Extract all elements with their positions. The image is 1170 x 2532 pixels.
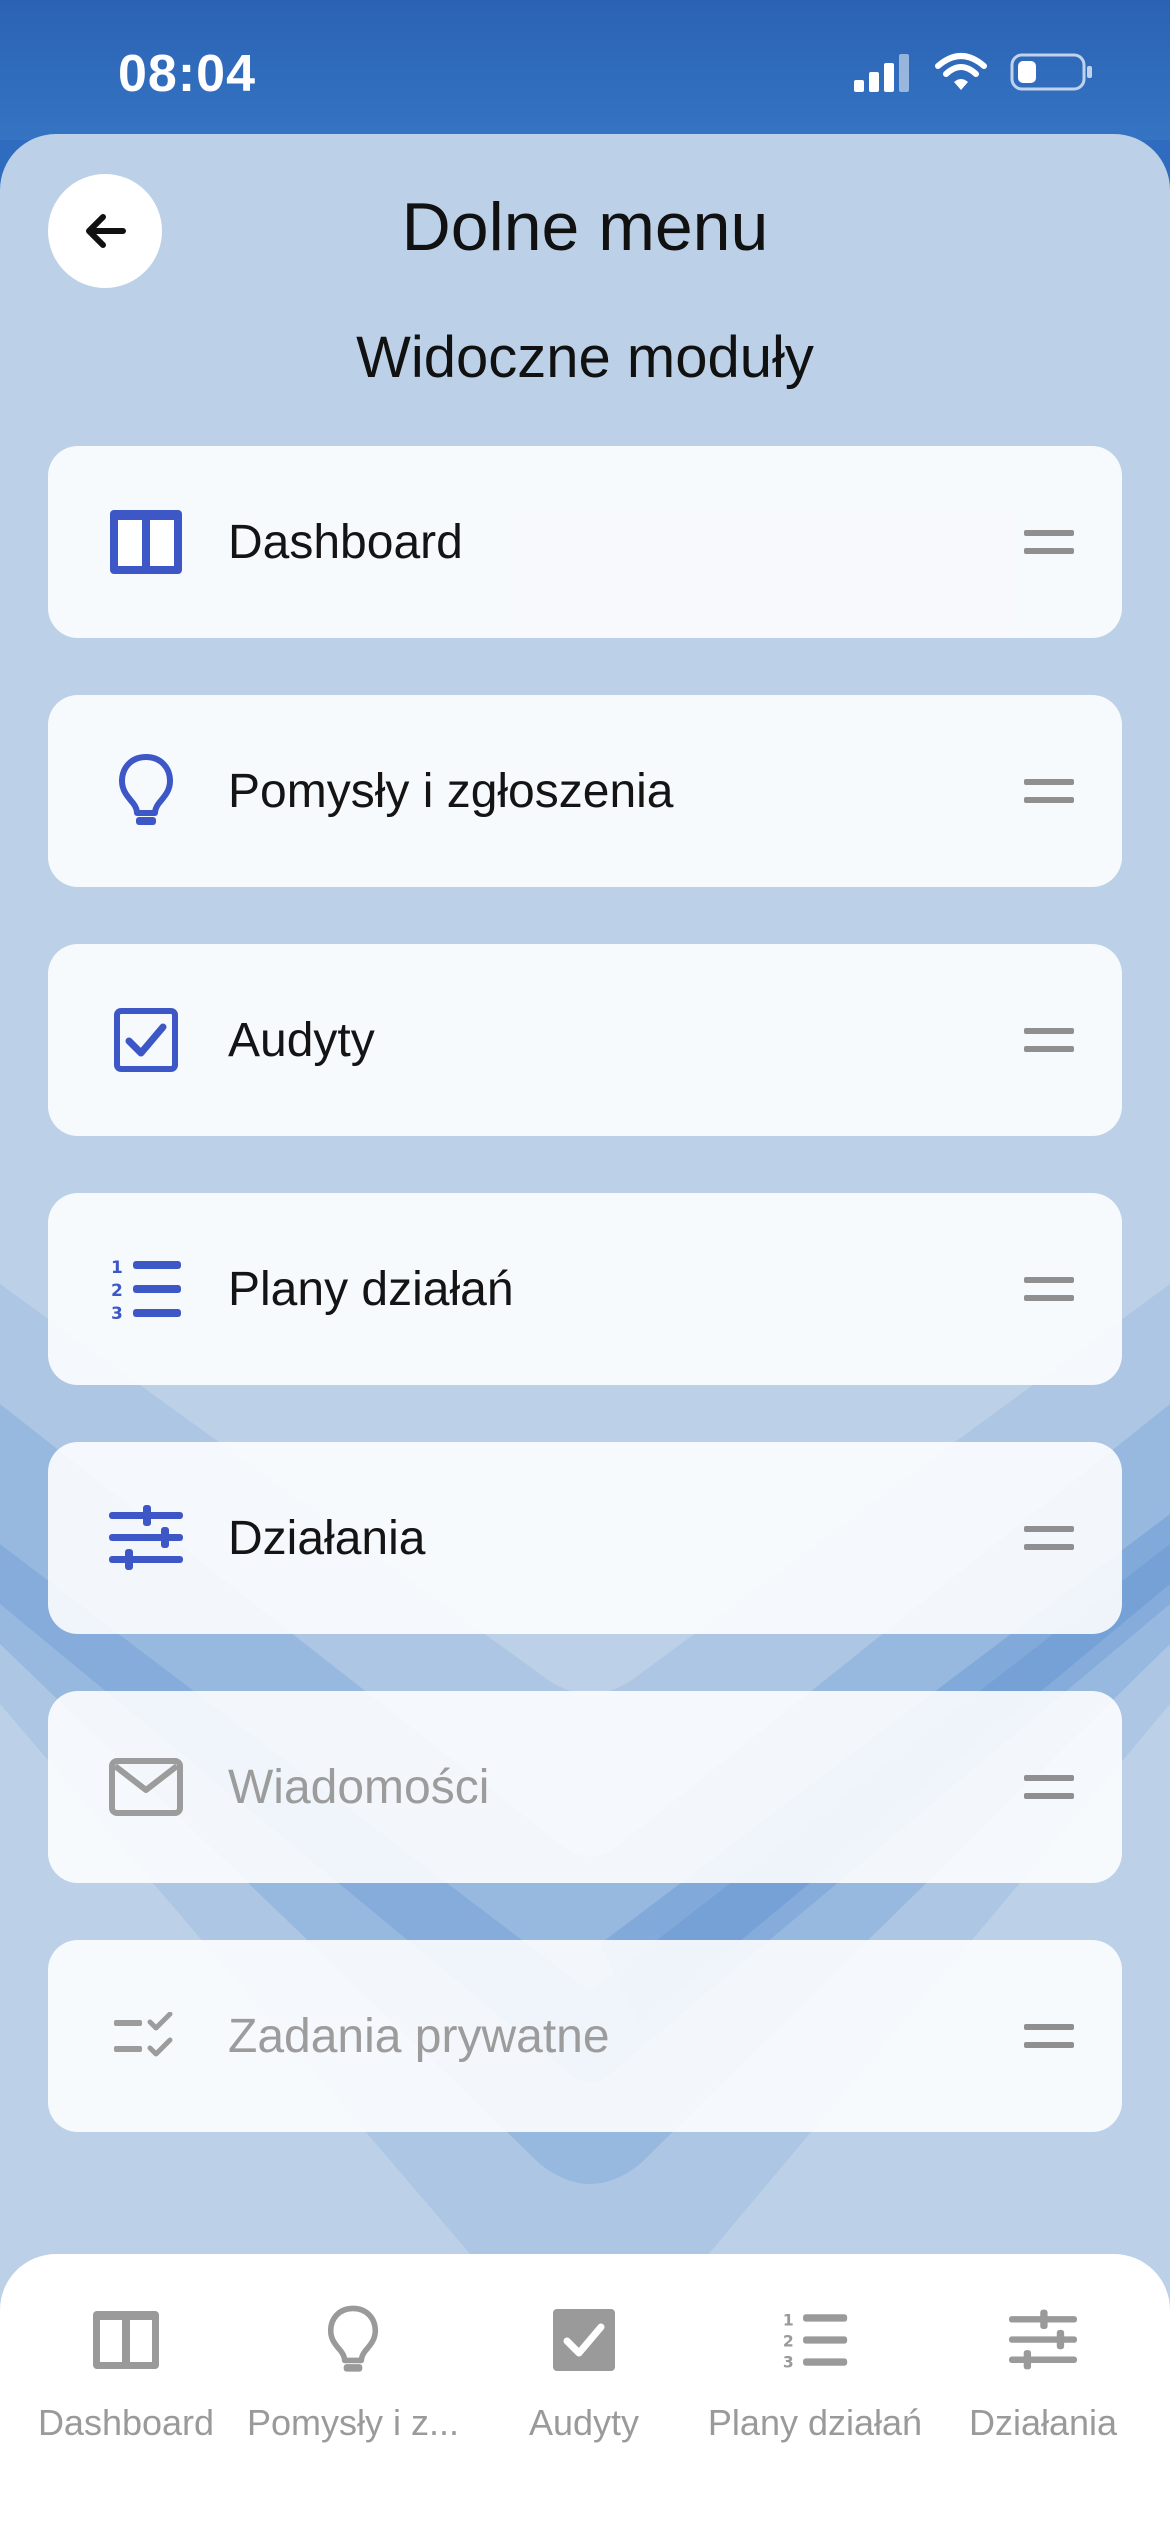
signal-icon (854, 54, 909, 92)
lightbulb-icon (106, 751, 186, 831)
checkbox-icon (106, 1000, 186, 1080)
status-bar: 08:04 (0, 0, 1170, 140)
nav-label: Audyty (528, 2402, 640, 2443)
section-title: Widoczne moduły (356, 325, 814, 390)
module-item-zadania-prywatne[interactable]: Zadania prywatne (48, 1940, 1122, 2132)
module-label: Dashboard (228, 515, 463, 569)
svg-text:2: 2 (111, 1281, 123, 1301)
module-label: Działania (228, 1511, 426, 1565)
svg-text:1: 1 (111, 1258, 123, 1278)
nav-item-dzialania[interactable]: Działania (928, 2302, 1158, 2444)
nav-label: Pomysły i z... (246, 2402, 460, 2443)
sliders-icon (106, 1498, 186, 1578)
main-panel: Dolne menu Widoczne moduły Dashboard Pom… (0, 134, 1170, 2532)
wifi-icon (935, 53, 987, 90)
svg-text:2: 2 (783, 2332, 794, 2350)
status-time: 08:04 (118, 45, 256, 103)
module-list: Dashboard Pomysły i zgłoszenia Audyty 1 … (48, 446, 1122, 2189)
module-label: Pomysły i zgłoszenia (228, 764, 674, 818)
drag-handle-icon[interactable] (1024, 530, 1074, 554)
module-item-wiadomosci[interactable]: Wiadomości (48, 1691, 1122, 1883)
sliders-icon (1005, 2302, 1081, 2378)
drag-handle-icon[interactable] (1024, 1277, 1074, 1301)
nav-item-audyty[interactable]: Audyty (469, 2302, 699, 2444)
module-label: Zadania prywatne (228, 2009, 610, 2063)
nav-item-dashboard[interactable]: Dashboard (11, 2302, 241, 2444)
module-item-audyty[interactable]: Audyty (48, 944, 1122, 1136)
svg-text:1: 1 (783, 2311, 794, 2329)
module-label: Plany działań (228, 1262, 514, 1316)
svg-text:3: 3 (783, 2354, 794, 2371)
svg-text:3: 3 (111, 1304, 123, 1322)
module-item-dzialania[interactable]: Działania (48, 1442, 1122, 1634)
dashboard-columns-icon (106, 502, 186, 582)
nav-label: Plany działań (707, 2402, 923, 2443)
numbered-list-icon: 1 2 3 (106, 1249, 186, 1329)
drag-handle-icon[interactable] (1024, 1028, 1074, 1052)
page-title: Dolne menu (401, 189, 769, 265)
numbered-list-icon: 1 2 3 (777, 2302, 853, 2378)
dashboard-columns-icon (88, 2302, 164, 2378)
drag-handle-icon[interactable] (1024, 2024, 1074, 2048)
drag-handle-icon[interactable] (1024, 1775, 1074, 1799)
status-icons (854, 52, 1094, 92)
module-item-pomysly[interactable]: Pomysły i zgłoszenia (48, 695, 1122, 887)
bottom-nav: Dashboard Pomysły i z... Audyty 1 2 3 Pl… (0, 2254, 1170, 2532)
checkbox-icon (546, 2302, 622, 2378)
nav-item-pomysly[interactable]: Pomysły i z... (238, 2302, 468, 2444)
checklist-icon (106, 1996, 186, 2076)
lightbulb-icon (315, 2302, 391, 2378)
module-item-dashboard[interactable]: Dashboard (48, 446, 1122, 638)
battery-icon (1010, 53, 1092, 91)
module-label: Audyty (228, 1013, 375, 1067)
module-label: Wiadomości (228, 1760, 490, 1814)
nav-item-plany-dzialan[interactable]: 1 2 3 Plany działań (700, 2302, 930, 2444)
module-item-plany-dzialan[interactable]: 1 2 3 Plany działań (48, 1193, 1122, 1385)
nav-label: Dashboard (37, 2402, 215, 2443)
nav-label: Działania (968, 2402, 1118, 2443)
drag-handle-icon[interactable] (1024, 779, 1074, 803)
envelope-icon (106, 1747, 186, 1827)
drag-handle-icon[interactable] (1024, 1526, 1074, 1550)
